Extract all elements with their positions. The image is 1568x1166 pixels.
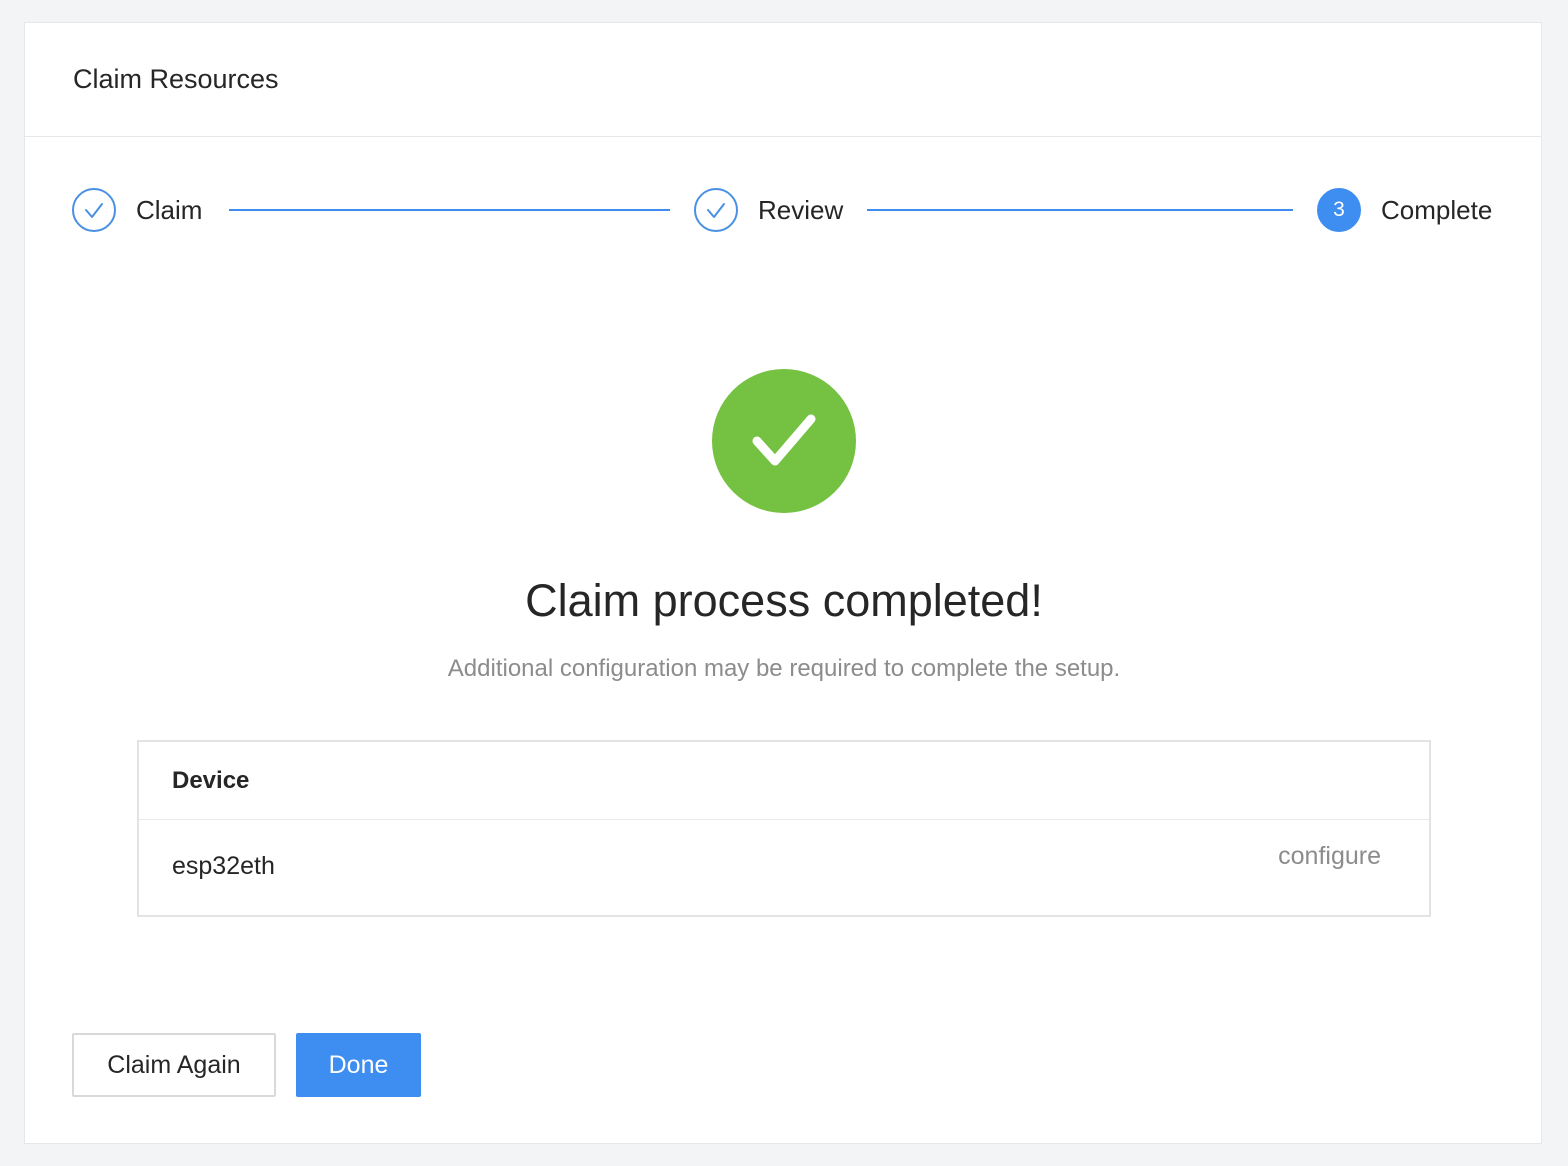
table-row: esp32eth configure [139, 820, 1429, 915]
step-connector [867, 209, 1293, 211]
result-subtitle: Additional configuration may be required… [447, 655, 1121, 682]
device-table: Device esp32eth configure [137, 740, 1431, 917]
step-number-badge: 3 [1317, 188, 1361, 232]
claim-resources-card: Claim Resources Claim Review 3 Complete [24, 22, 1542, 1144]
step-claim: Claim [72, 186, 202, 234]
device-name: esp32eth [172, 852, 275, 880]
result-title: Claim process completed! [525, 575, 1043, 626]
configure-link[interactable]: configure [1278, 842, 1381, 871]
card-header: Claim Resources [25, 23, 1541, 137]
done-button[interactable]: Done [296, 1033, 421, 1097]
page-title: Claim Resources [73, 64, 279, 94]
table-header: Device [139, 742, 1429, 820]
step-label: Claim [136, 194, 203, 225]
step-label: Review [758, 194, 844, 225]
step-complete: 3 Complete [1317, 186, 1492, 234]
claim-again-button[interactable]: Claim Again [72, 1033, 276, 1097]
check-icon [72, 188, 116, 232]
step-review: Review [694, 186, 843, 234]
step-connector [229, 209, 670, 211]
step-label: Complete [1381, 194, 1493, 225]
check-icon [694, 188, 738, 232]
column-header-device: Device [172, 766, 250, 794]
steps-progress: Claim Review 3 Complete [72, 186, 1496, 234]
success-check-icon [712, 369, 856, 513]
